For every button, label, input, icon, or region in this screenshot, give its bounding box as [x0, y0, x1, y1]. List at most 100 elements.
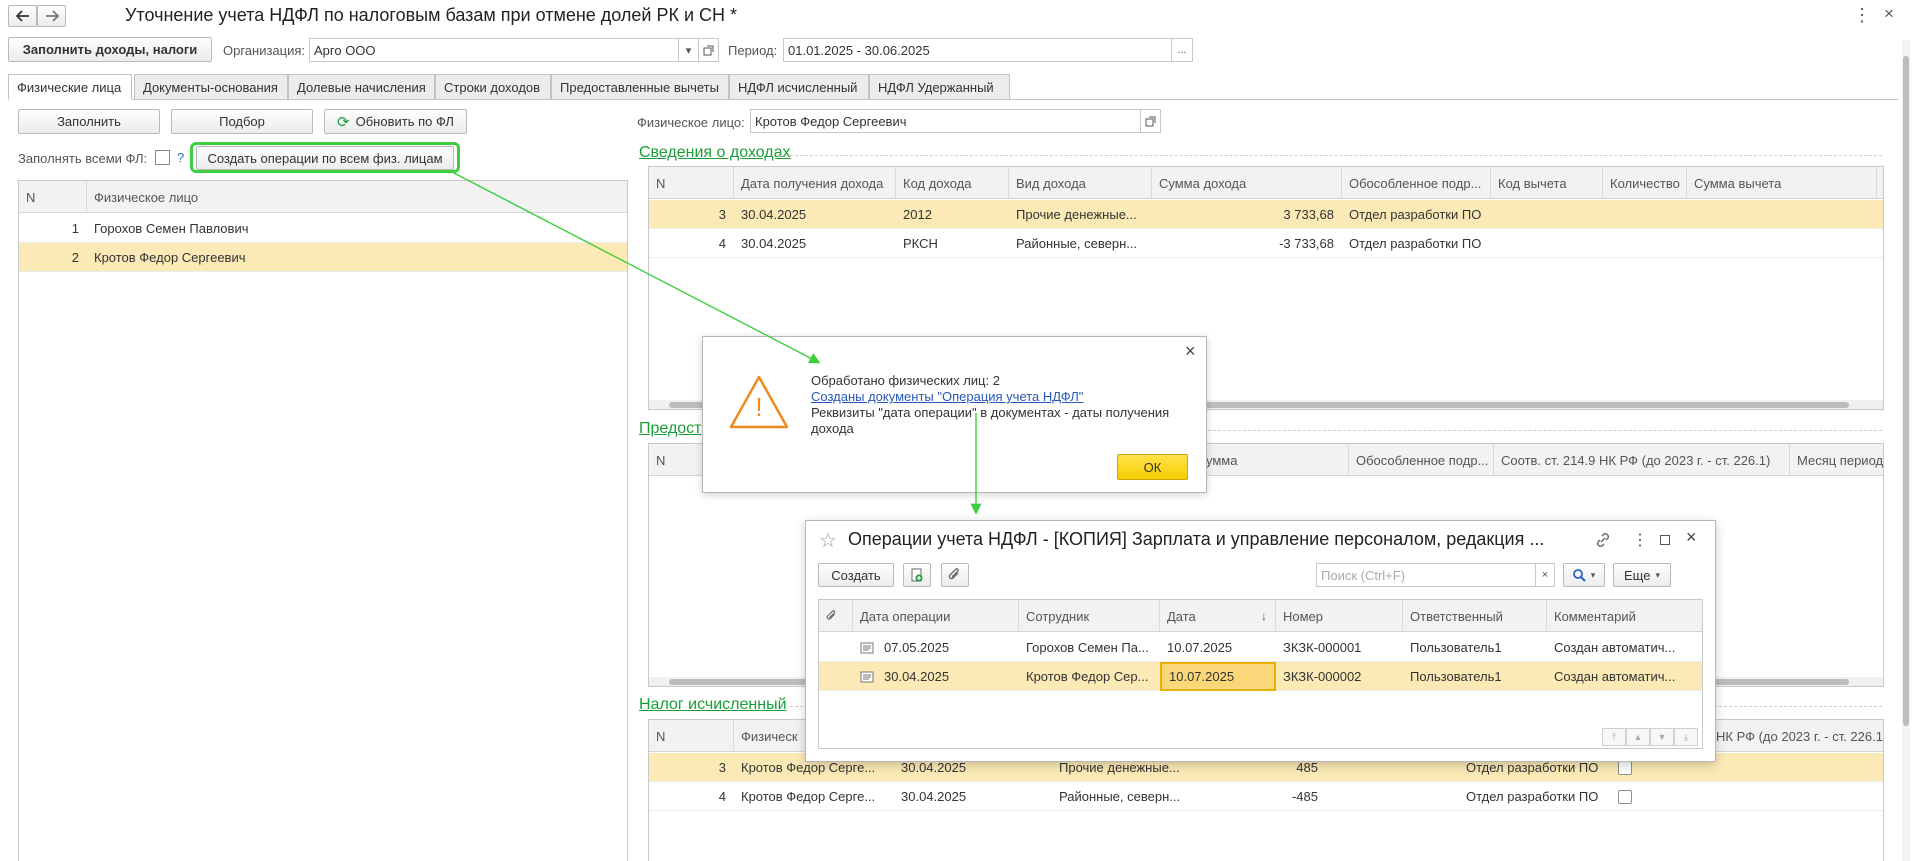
row-checkbox[interactable]: [1618, 760, 1632, 775]
fill-button[interactable]: Заполнить: [18, 109, 160, 134]
select-button[interactable]: Подбор: [171, 109, 313, 134]
col-comment[interactable]: Комментарий: [1547, 600, 1702, 632]
paperclip-icon: [826, 610, 836, 620]
tab-share-accruals[interactable]: Долевые начисления: [288, 74, 435, 100]
search-input[interactable]: Поиск (Ctrl+F): [1316, 563, 1536, 587]
more-button[interactable]: Еще ▾: [1613, 563, 1671, 587]
org-dropdown-button[interactable]: ▾: [678, 38, 699, 62]
deductions-section-link[interactable]: Предост: [639, 420, 702, 438]
income-section-link[interactable]: Сведения о доходах: [639, 144, 791, 162]
document-icon: [853, 633, 877, 662]
org-open-button[interactable]: [698, 38, 719, 62]
table-row[interactable]: 4 30.04.2025 РКСН Районные, северн... -3…: [649, 229, 1883, 258]
person-field[interactable]: Кротов Федор Сергеевич: [750, 109, 1141, 133]
org-field[interactable]: Арго ООО: [309, 38, 679, 62]
help-icon[interactable]: ?: [177, 150, 184, 165]
close-form-icon[interactable]: ×: [1884, 4, 1894, 24]
col-operation-date[interactable]: Дата операции: [853, 600, 1019, 632]
operations-table: Дата операции Сотрудник Дата ↓ Номер Отв…: [818, 599, 1703, 749]
cell-comment: Создан автоматич...: [1554, 669, 1676, 684]
cell-kind: Районные, северн...: [1016, 236, 1138, 251]
table-row[interactable]: 3 30.04.2025 2012 Прочие денежные... 3 7…: [649, 200, 1883, 229]
tax-section-link[interactable]: Налог исчисленный: [639, 696, 787, 714]
back-button[interactable]: [8, 5, 37, 27]
ok-button[interactable]: ОК: [1117, 454, 1188, 480]
page-vscroll[interactable]: [1902, 40, 1910, 861]
period-field[interactable]: 01.01.2025 - 30.06.2025: [783, 38, 1172, 62]
person-open-button[interactable]: [1140, 109, 1161, 133]
attach-button[interactable]: [941, 563, 969, 587]
fill-incomes-button[interactable]: Заполнить доходы, налоги: [8, 37, 212, 62]
cell-n: 3: [718, 207, 726, 222]
table-row[interactable]: 07.05.2025 Горохов Семен Па... 10.07.202…: [819, 633, 1702, 662]
period-select-button[interactable]: ...: [1171, 38, 1193, 62]
period-label: Период:: [728, 43, 778, 58]
table-row[interactable]: 4 Кротов Федор Серге... 30.04.2025 Район…: [649, 782, 1883, 811]
cell-employee: Кротов Федор Сер...: [1026, 669, 1149, 684]
create-button[interactable]: Создать: [818, 563, 894, 587]
tab-deductions[interactable]: Предоставленные вычеты: [551, 74, 729, 100]
cell-date: 30.04.2025: [741, 207, 807, 222]
more-vertical-icon[interactable]: ⋮: [1632, 530, 1648, 550]
close-icon[interactable]: ×: [1686, 527, 1697, 548]
cell-sum: -3 733,68: [1279, 236, 1334, 251]
tab-ndfl-calculated[interactable]: НДФЛ исчисленный: [729, 74, 869, 100]
open-icon: [1145, 116, 1156, 126]
col-quantity: Количество: [1603, 167, 1687, 199]
more-vertical-icon[interactable]: ⋮: [1853, 5, 1871, 26]
cell-dept: Отдел разработки ПО: [1466, 789, 1599, 804]
cell-operation-date: 07.05.2025: [884, 640, 950, 655]
row-checkbox[interactable]: [1618, 789, 1632, 804]
nav-down-button[interactable]: ▼: [1650, 728, 1674, 746]
cell-n: 3: [718, 760, 726, 775]
table-row[interactable]: 1 Горохов Семен Павлович: [19, 214, 627, 243]
create-based-button[interactable]: [903, 563, 931, 587]
forward-button[interactable]: [37, 5, 66, 27]
col-number[interactable]: Номер: [1276, 600, 1403, 632]
link-icon[interactable]: [1595, 532, 1611, 548]
refresh-by-person-button[interactable]: ⟳ Обновить по ФЛ: [324, 109, 467, 134]
col-n: N: [19, 181, 87, 213]
nav-first-button[interactable]: ⤒: [1602, 728, 1626, 746]
cell-operation-date: 30.04.2025: [884, 669, 950, 684]
tab-ndfl-withheld[interactable]: НДФЛ Удержанный: [869, 74, 1010, 100]
search-clear-button[interactable]: ×: [1535, 563, 1555, 587]
nav-up-button[interactable]: ▲: [1626, 728, 1650, 746]
col-deduction-sum: Сумма вычета: [1687, 167, 1877, 199]
col-dept: Обособленное подр...: [1342, 167, 1491, 199]
star-icon[interactable]: ☆: [819, 528, 837, 553]
close-icon[interactable]: ×: [1185, 341, 1196, 362]
cell-checkbox[interactable]: [1611, 782, 1651, 811]
cell-employee: Горохов Семен Па...: [1026, 640, 1149, 655]
refresh-label: Обновить по ФЛ: [355, 114, 454, 129]
maximize-icon[interactable]: [1660, 535, 1670, 545]
org-label: Организация:: [223, 43, 306, 58]
cell-kind: Районные, северн...: [1059, 789, 1181, 804]
warning-glyph: !: [755, 392, 763, 422]
search-button[interactable]: ▾: [1563, 563, 1605, 587]
cell-sum: 3 733,68: [1283, 207, 1334, 222]
cell-number: ЗКЗК-000001: [1283, 640, 1362, 655]
cell-date[interactable]: 10.07.2025: [1160, 662, 1276, 691]
fill-all-checkbox[interactable]: [155, 150, 170, 165]
section-line: [1208, 430, 1882, 431]
cell-comment: Создан автоматич...: [1554, 640, 1676, 655]
table-row[interactable]: 2 Кротов Федор Сергеевич: [19, 243, 627, 272]
create-operations-button[interactable]: Создать операции по всем физ. лицам: [196, 146, 454, 170]
col-sum: умма: [1199, 444, 1349, 476]
col-responsible[interactable]: Ответственный: [1403, 600, 1547, 632]
person-label: Физическое лицо:: [637, 115, 745, 130]
col-date[interactable]: Дата ↓: [1160, 600, 1276, 632]
alert-line3: Реквизиты "дата операции" в документах -…: [811, 405, 1170, 436]
tab-base-documents[interactable]: Документы-основания: [134, 74, 288, 100]
cell-n: 2: [71, 250, 79, 265]
cell-person: Горохов Семен Павлович: [94, 221, 249, 236]
table-row[interactable]: 30.04.2025 Кротов Федор Сер... 10.07.202…: [819, 662, 1702, 691]
nav-last-button[interactable]: ⤓: [1674, 728, 1698, 746]
alert-documents-link[interactable]: Созданы документы "Операция учета НДФЛ": [811, 389, 1083, 404]
tab-income-rows[interactable]: Строки доходов: [435, 74, 551, 100]
scroll-thumb[interactable]: [1903, 56, 1909, 726]
tab-individuals[interactable]: Физические лица: [8, 74, 132, 100]
col-employee[interactable]: Сотрудник: [1019, 600, 1160, 632]
col-income-sum: Сумма дохода: [1152, 167, 1342, 199]
